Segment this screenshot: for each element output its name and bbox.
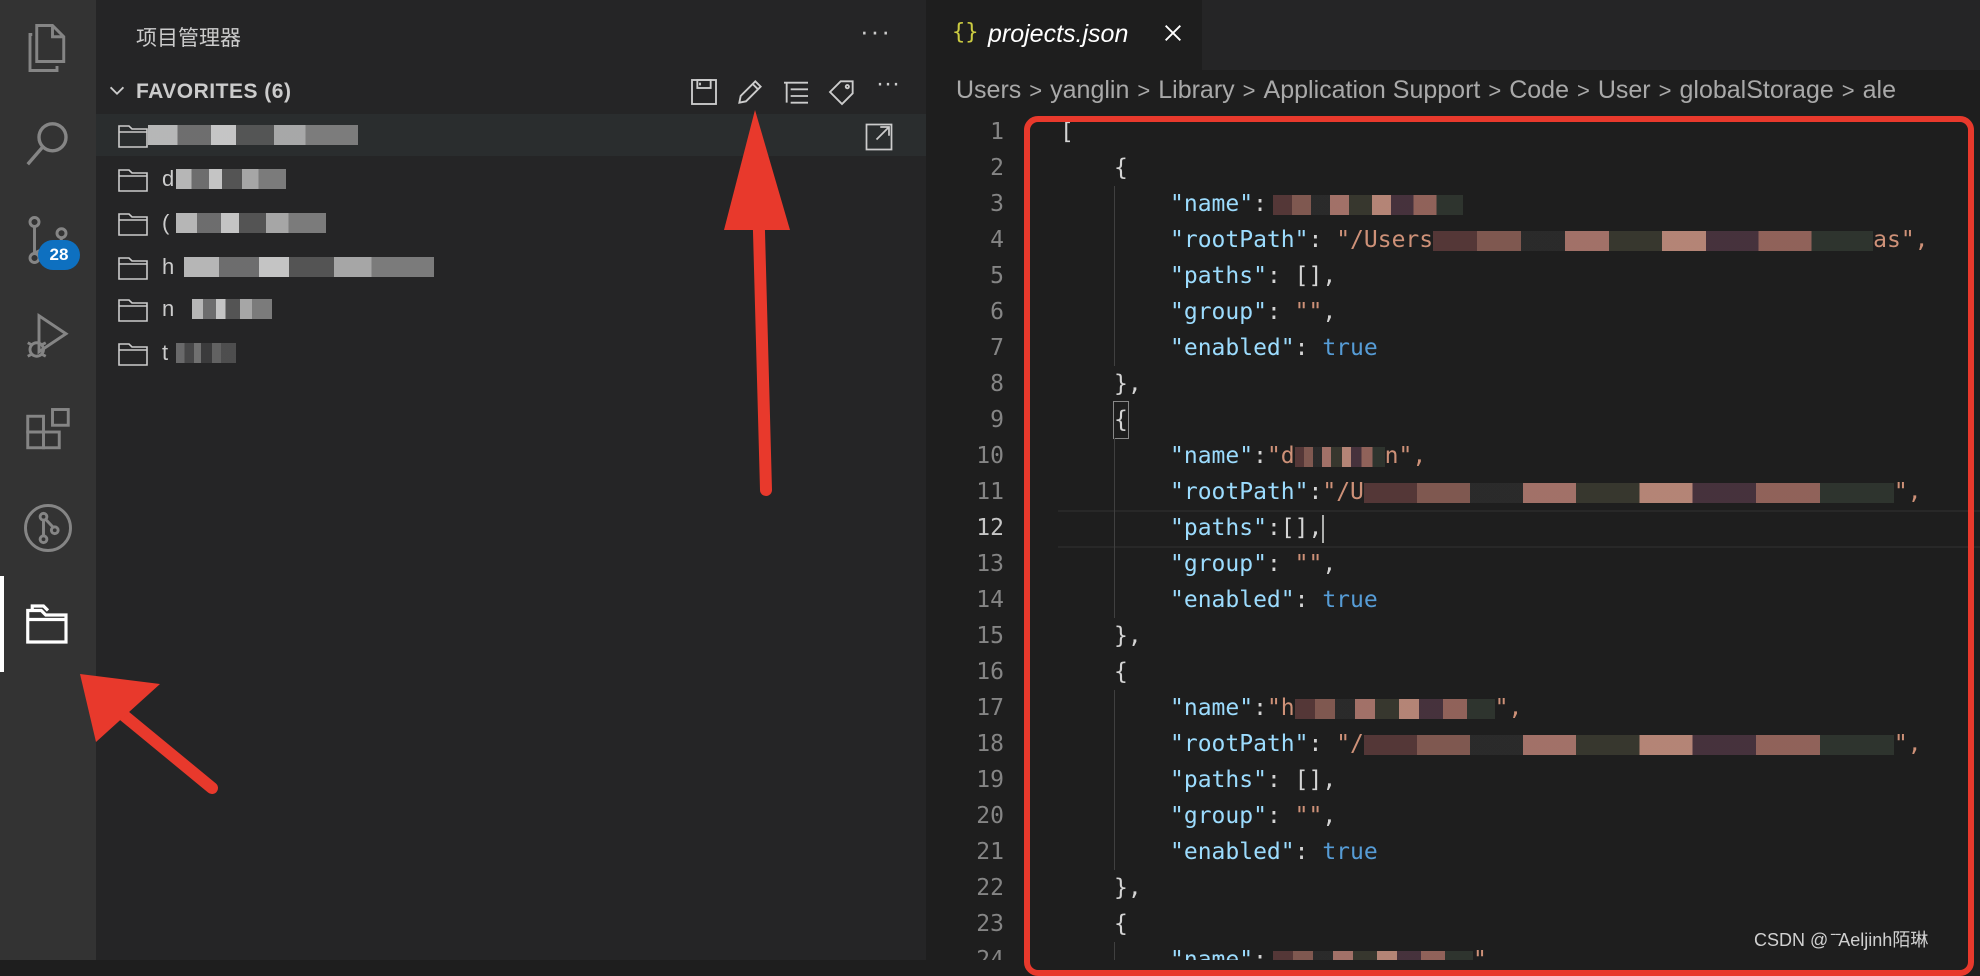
line-number: 2 [990,155,1004,181]
line-number: 7 [990,335,1004,361]
tab-projects-json[interactable]: {} projects.json [926,0,1202,70]
git-graph-icon[interactable] [0,480,96,576]
chevron-right-icon: > [1488,78,1502,103]
chevron-right-icon: > [1029,78,1043,103]
folder-icon [118,343,148,366]
line-number: 24 [976,947,1004,960]
line-number: 19 [976,767,1004,793]
chevron-right-icon: > [1242,78,1256,103]
tab-label: projects.json [988,20,1129,48]
annotation-arrow-diagonal [80,674,218,794]
json-file-icon: {} [952,20,979,45]
redacted-text [176,169,286,189]
breadcrumb-item[interactable]: User [1598,76,1651,104]
chevron-down-icon [109,86,125,96]
redacted-text [192,299,272,319]
folder-icon [118,169,148,192]
line-number: 15 [976,623,1004,649]
project-name: t [162,340,169,365]
line-number: 1 [990,119,1004,145]
line-number: 5 [990,263,1004,289]
breadcrumb-item[interactable]: Code [1509,76,1569,104]
extensions-icon[interactable] [0,384,96,480]
redacted-text [176,213,326,233]
chevron-right-icon: > [1841,78,1855,103]
explorer-icon[interactable] [0,0,96,96]
scm-badge: 28 [38,240,80,270]
project-name: d [162,166,175,191]
chevron-right-icon: > [1658,78,1672,103]
tag-icon[interactable] [826,76,858,108]
line-number: 23 [976,911,1004,937]
line-number: 16 [976,659,1004,685]
folder-icon [118,213,148,236]
run-debug-icon[interactable] [0,288,96,384]
line-number: 22 [976,875,1004,901]
line-number: 10 [976,443,1004,469]
line-number: 9 [990,407,1004,433]
breadcrumb-item[interactable]: yanglin [1050,76,1129,104]
line-number: 4 [990,227,1004,253]
search-icon[interactable] [0,96,96,192]
line-number: 21 [976,839,1004,865]
annotation-arrow-up [724,110,790,496]
chevron-right-icon: > [1137,78,1151,103]
folder-icon [118,299,148,322]
folder-icon [118,125,148,148]
project-name: h [162,254,175,279]
line-number: 12 [976,515,1004,541]
breadcrumb: Users > yanglin > Library > Application Suppor… [956,76,1980,105]
line-number: 6 [990,299,1004,325]
breadcrumb-item[interactable]: Application Support [1264,76,1481,104]
activity-bar: 28 [0,0,96,960]
sidebar-more-button[interactable]: ··· [860,16,892,47]
breadcrumb-item[interactable]: Library [1158,76,1234,104]
line-number: 3 [990,191,1004,217]
line-number: 18 [976,731,1004,757]
project-name: ( [162,210,170,235]
line-number: 11 [976,479,1004,505]
line-number: 20 [976,803,1004,829]
favorites-more-icon[interactable]: ··· [876,70,908,102]
project-manager-icon[interactable] [0,576,96,672]
close-icon[interactable] [1162,22,1184,44]
breadcrumb-item[interactable]: ale [1863,76,1896,104]
line-number: 17 [976,695,1004,721]
watermark: CSDN @ ̄ ̄Aeljinh陌琳 [1754,930,1929,950]
project-name: n [162,296,175,321]
sidebar-title: 项目管理器 [136,27,241,50]
annotation-highlight-box [1024,116,1974,976]
chevron-right-icon: > [1576,78,1590,103]
open-in-new-window-icon[interactable] [864,122,894,152]
redacted-text [176,343,236,363]
breadcrumb-item[interactable]: Users [956,76,1021,104]
line-number: 13 [976,551,1004,577]
line-number: 14 [976,587,1004,613]
breadcrumb-item[interactable]: globalStorage [1679,76,1833,104]
line-number: 8 [990,371,1004,397]
redacted-text [148,125,358,145]
favorites-title: FAVORITES (6) [136,80,292,103]
redacted-text [184,257,434,277]
tab-bar: {} projects.json [926,0,1980,70]
folder-icon [118,257,148,280]
